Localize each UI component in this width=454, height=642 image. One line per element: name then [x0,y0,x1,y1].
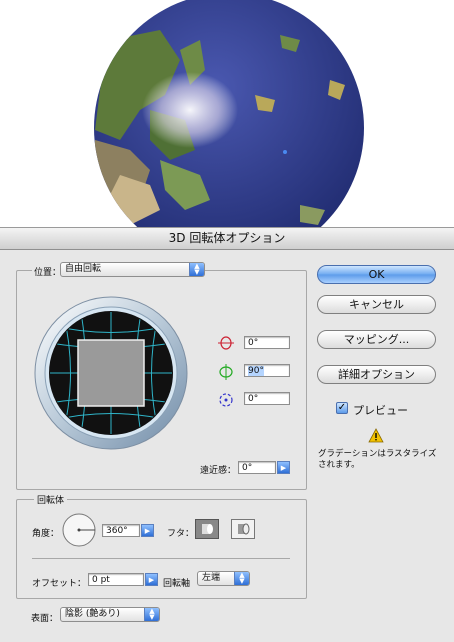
dialog-title: 3D 回転体オプション [0,228,454,250]
warning-text: グラデーションはラスタライズされます。 [318,449,437,470]
warning-icon [368,428,384,443]
axis-popup-value: 左端 [202,573,221,583]
perspective-field[interactable]: 0° [238,461,276,474]
offset-slider-button[interactable]: ▶ [145,573,158,586]
popup-arrows-icon: ▲ ▼ [189,263,204,276]
rotate-z-icon [219,393,233,407]
rotate-y-icon [219,364,233,380]
cap-off-button[interactable] [231,519,255,539]
rotate-x-icon [218,336,234,350]
angle-slider-button[interactable]: ▶ [141,524,154,537]
mapping-button[interactable]: マッピング... [317,330,436,349]
cap-label: フタ： [167,529,195,539]
revolve-separator [32,558,290,559]
perspective-slider-button[interactable]: ▶ [277,461,290,474]
perspective-label: 遠近感： [200,466,237,476]
revolve-options-dialog: 3D 回転体オプション 位置： 自由回転 ▲ ▼ 0° 90° 0° 遠近感： … [0,227,454,642]
angle-field[interactable]: 360° [102,524,140,537]
cap-on-button[interactable] [195,519,219,539]
surface-label: 表面： [31,614,59,624]
angle-label: 角度： [32,529,60,539]
angle-dial[interactable] [61,512,97,548]
popup-arrows-icon: ▲ ▼ [234,572,249,585]
position-popup-value: 自由回転 [65,264,102,274]
track-cube-widget[interactable] [33,295,189,451]
rotate-x-field[interactable]: 0° [244,336,290,349]
axis-popup[interactable]: 左端 ▲ ▼ [197,571,250,586]
surface-popup-value: 陰影 (艶あり) [65,609,120,619]
more-options-button[interactable]: 詳細オプション [317,365,436,384]
position-popup[interactable]: 自由回転 ▲ ▼ [60,262,205,277]
position-label: 位置： [32,265,64,278]
rotate-z-field[interactable]: 0° [244,392,290,405]
preview-checkbox[interactable]: ✓ [336,402,348,414]
popup-arrows-icon: ▲ ▼ [144,608,159,621]
rotate-y-field[interactable]: 90° [244,364,290,377]
preview-label: プレビュー [353,404,408,417]
surface-popup[interactable]: 陰影 (艶あり) ▲ ▼ [60,607,160,622]
globe-artwork [94,0,364,230]
cancel-button[interactable]: キャンセル [317,295,436,314]
offset-field[interactable]: 0 pt [88,573,144,586]
axis-label: 回転軸 [163,579,191,589]
offset-label: オフセット： [32,579,87,589]
revolve-group-label: 回転体 [34,493,68,506]
ok-button[interactable]: OK [317,265,436,284]
